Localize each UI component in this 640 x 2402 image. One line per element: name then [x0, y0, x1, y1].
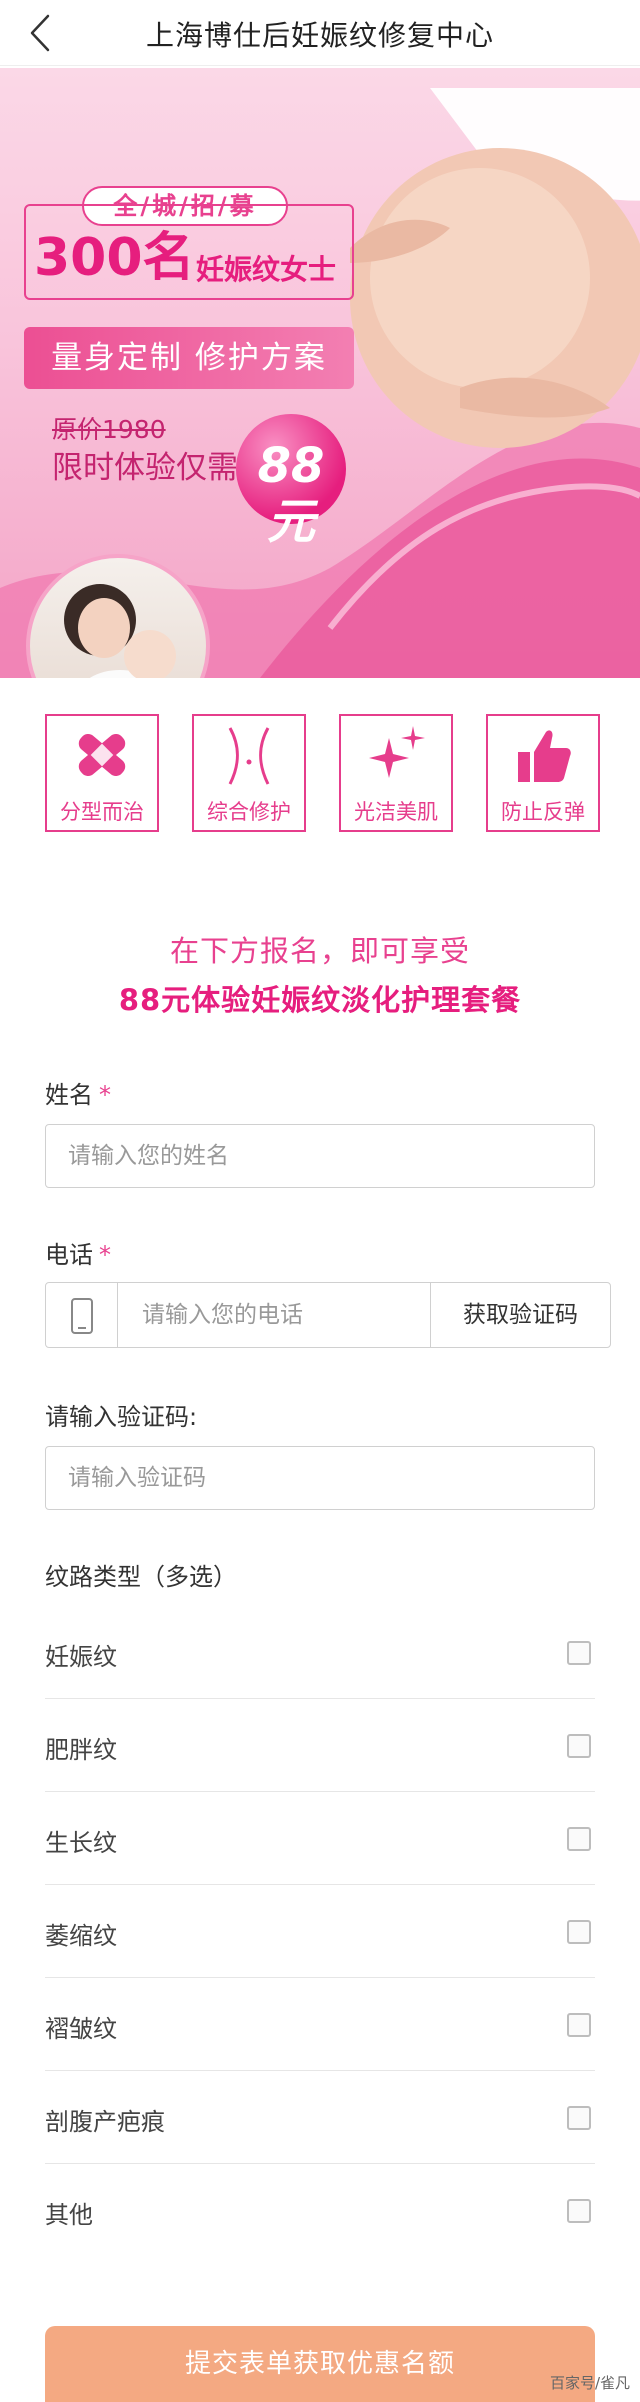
feature-item: 光洁美肌: [339, 714, 453, 832]
phone-icon-box: [46, 1283, 118, 1347]
name-field[interactable]: 请输入您的姓名: [45, 1124, 595, 1188]
phone-field-group: 请输入您的电话 获取验证码: [45, 1282, 611, 1348]
checkbox[interactable]: [567, 1920, 591, 1944]
waist-icon: [228, 727, 270, 785]
bandage-icon: [78, 734, 126, 776]
get-code-button[interactable]: 获取验证码: [430, 1283, 610, 1347]
offer-price: 88元: [257, 438, 325, 550]
checkbox[interactable]: [567, 1641, 591, 1665]
thumbs-up-icon: [518, 730, 571, 782]
page-title: 上海博仕后妊娠纹修复中心: [145, 19, 494, 52]
checkbox[interactable]: [567, 1734, 591, 1758]
original-price: 原价1980: [52, 415, 166, 444]
phone-label-text: 电话: [45, 1241, 93, 1269]
promo-banner: 全/城/招/募 300名 妊娠纹女士 量身定制 修护方案 原价1980 限时体验…: [0, 68, 640, 678]
top-bar: 上海博仕后妊娠纹修复中心: [0, 0, 640, 66]
feature-label: 综合修护: [207, 800, 291, 824]
option-item[interactable]: 妊娠纹: [45, 1607, 595, 1699]
option-label: 妊娠纹: [45, 1643, 117, 1671]
option-item[interactable]: 剖腹产疤痕: [45, 2072, 595, 2164]
option-item[interactable]: 萎缩纹: [45, 1886, 595, 1978]
feature-item: 分型而治: [45, 714, 159, 832]
option-item[interactable]: 其他: [45, 2165, 595, 2257]
option-label: 褶皱纹: [45, 2015, 117, 2043]
feature-list: 分型而治 综合修护 光洁美肌 防止反弹: [0, 714, 640, 834]
option-label: 其他: [45, 2201, 93, 2229]
intro-offer-text: 88元体验妊娠纹淡化护理套餐: [118, 983, 522, 1017]
recruit-count: 300名: [34, 228, 195, 288]
option-item[interactable]: 生长纹: [45, 1793, 595, 1885]
feature-item: 防止反弹: [486, 714, 600, 832]
option-label: 肥胖纹: [45, 1736, 117, 1764]
custom-plan-banner: 量身定制 修护方案: [24, 327, 354, 389]
phone-label: 电话 *: [45, 1235, 111, 1270]
option-label: 生长纹: [45, 1829, 117, 1857]
sparkle-icon: [369, 726, 425, 778]
option-item[interactable]: 肥胖纹: [45, 1700, 595, 1792]
feature-label: 防止反弹: [501, 800, 585, 824]
option-item[interactable]: 褶皱纹: [45, 1979, 595, 2071]
code-field[interactable]: 请输入验证码: [45, 1446, 595, 1510]
limited-offer-text: 限时体验仅需: [52, 450, 238, 486]
phone-field[interactable]: 请输入您的电话: [142, 1283, 303, 1347]
checkbox[interactable]: [567, 1827, 591, 1851]
recruit-target: 妊娠纹女士: [196, 253, 337, 286]
price-badge: 88元: [236, 414, 346, 550]
intro-text: 在下方报名，即可享受: [169, 934, 470, 968]
checkbox[interactable]: [567, 2199, 591, 2223]
type-label: 纹路类型（多选）: [45, 1563, 237, 1591]
option-label: 萎缩纹: [45, 1922, 117, 1950]
checkbox[interactable]: [567, 2106, 591, 2130]
required-mark: *: [99, 1241, 111, 1269]
feature-item: 综合修护: [192, 714, 306, 832]
submit-button[interactable]: 提交表单获取优惠名额: [45, 2326, 595, 2402]
watermark: 百家号/雀凡: [549, 2374, 630, 2392]
feature-label: 分型而治: [60, 800, 144, 824]
option-label: 剖腹产疤痕: [45, 2108, 165, 2136]
name-label: 姓名 *: [45, 1075, 111, 1110]
code-label: 请输入验证码:: [45, 1403, 198, 1431]
mobile-phone-icon: [71, 1298, 93, 1334]
feature-label: 光洁美肌: [354, 800, 438, 824]
pregnant-belly-image: [350, 88, 640, 448]
checkbox[interactable]: [567, 2013, 591, 2037]
name-label-text: 姓名: [45, 1081, 93, 1109]
required-mark: *: [99, 1081, 111, 1109]
